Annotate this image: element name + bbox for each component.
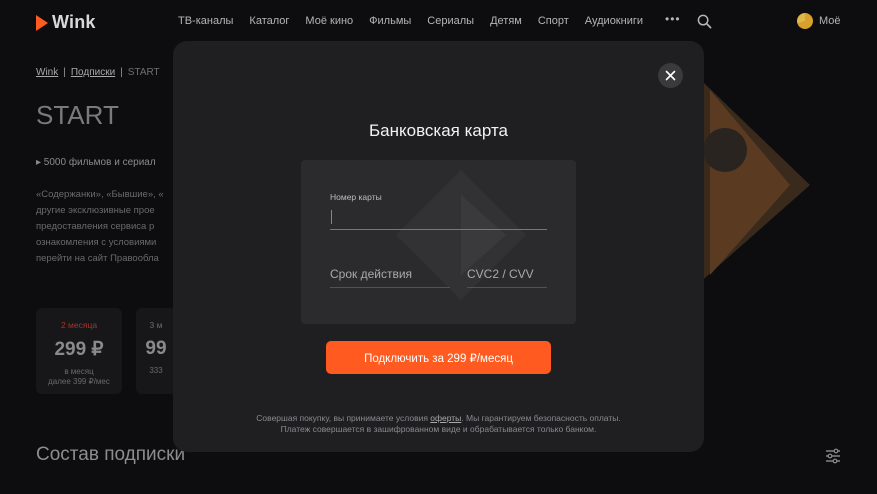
close-icon xyxy=(665,70,676,81)
nav-item-sport[interactable]: Спорт xyxy=(538,15,569,27)
nav-item-series[interactable]: Сериалы xyxy=(427,15,474,27)
breadcrumb: Wink | Подписки | START xyxy=(36,67,160,78)
profile-menu[interactable]: Моё xyxy=(797,13,841,29)
subscription-description: «Содержанки», «Бывшие», « другие эксклюз… xyxy=(36,189,164,264)
plan-card-2-months[interactable]: 2 месяца 299 ₽ в месяц далее 399 ₽/мес xyxy=(36,308,122,394)
nav-item-audiobooks[interactable]: Аудиокниги xyxy=(585,15,643,27)
profile-label: Моё xyxy=(819,15,841,27)
offer-link[interactable]: оферты xyxy=(430,413,461,423)
payment-footnote: Совершая покупку, вы принимаете условия … xyxy=(173,413,704,435)
expiry-input[interactable] xyxy=(330,261,450,288)
text-cursor xyxy=(331,210,332,224)
nav-item-catalog[interactable]: Каталог xyxy=(249,15,289,27)
plan-period: 3 м xyxy=(149,320,163,330)
feature-bullet: ▸ 5000 фильмов и сериал xyxy=(36,157,156,168)
play-logo-icon xyxy=(36,14,48,31)
search-icon[interactable] xyxy=(697,14,712,29)
avatar xyxy=(797,13,813,29)
card-form: Номер карты xyxy=(301,160,576,324)
filter-icon[interactable] xyxy=(825,448,841,464)
card-number-input[interactable] xyxy=(330,206,547,230)
close-button[interactable] xyxy=(658,63,683,88)
breadcrumb-separator: | xyxy=(63,67,66,78)
breadcrumb-home[interactable]: Wink xyxy=(36,67,58,78)
cvc-input[interactable] xyxy=(467,261,547,288)
page-title: START xyxy=(36,100,119,130)
bank-card-modal: Банковская карта Номер карты Подключить … xyxy=(173,41,704,452)
plan-price: 299 ₽ xyxy=(54,339,104,360)
nav-item-kids[interactable]: Детям xyxy=(490,15,522,27)
page: Wink ТВ-каналы Каталог Моё кино Фильмы С… xyxy=(0,0,877,494)
logo-text: Wink xyxy=(52,12,96,32)
breadcrumb-subscriptions[interactable]: Подписки xyxy=(71,67,115,78)
section-title: Состав подписки xyxy=(36,444,186,465)
modal-title: Банковская карта xyxy=(368,121,508,140)
top-header: Wink ТВ-каналы Каталог Моё кино Фильмы С… xyxy=(0,0,877,42)
plan-note: в месяц далее 399 ₽/мес xyxy=(48,367,110,386)
footnote-text: . Мы гарантируем безопасность оплаты. xyxy=(461,413,621,423)
plan-price: 99 xyxy=(145,338,167,359)
footnote-line-1: Совершая покупку, вы принимаете условия … xyxy=(173,413,704,424)
plan-note: 333 xyxy=(149,366,163,375)
plan-period: 2 месяца xyxy=(60,320,98,330)
footnote-text: Совершая покупку, вы принимаете условия xyxy=(256,413,431,423)
card-number-label: Номер карты xyxy=(330,192,382,202)
breadcrumb-current: START xyxy=(127,67,160,78)
wink-logo[interactable]: Wink xyxy=(36,12,96,33)
breadcrumb-separator: | xyxy=(120,67,123,78)
main-nav: ТВ-каналы Каталог Моё кино Фильмы Сериал… xyxy=(178,15,659,27)
nav-item-my-movies[interactable]: Моё кино xyxy=(305,15,353,27)
plan-card-3-months[interactable]: 3 м 99 333 xyxy=(136,308,176,394)
more-menu-icon[interactable]: ••• xyxy=(665,12,681,26)
footnote-line-2: Платеж совершается в зашифрованном виде … xyxy=(280,424,597,434)
nav-item-films[interactable]: Фильмы xyxy=(369,15,411,27)
nav-item-tv[interactable]: ТВ-каналы xyxy=(178,15,233,27)
subscribe-button[interactable]: Подключить за 299 ₽/месяц xyxy=(326,341,551,374)
